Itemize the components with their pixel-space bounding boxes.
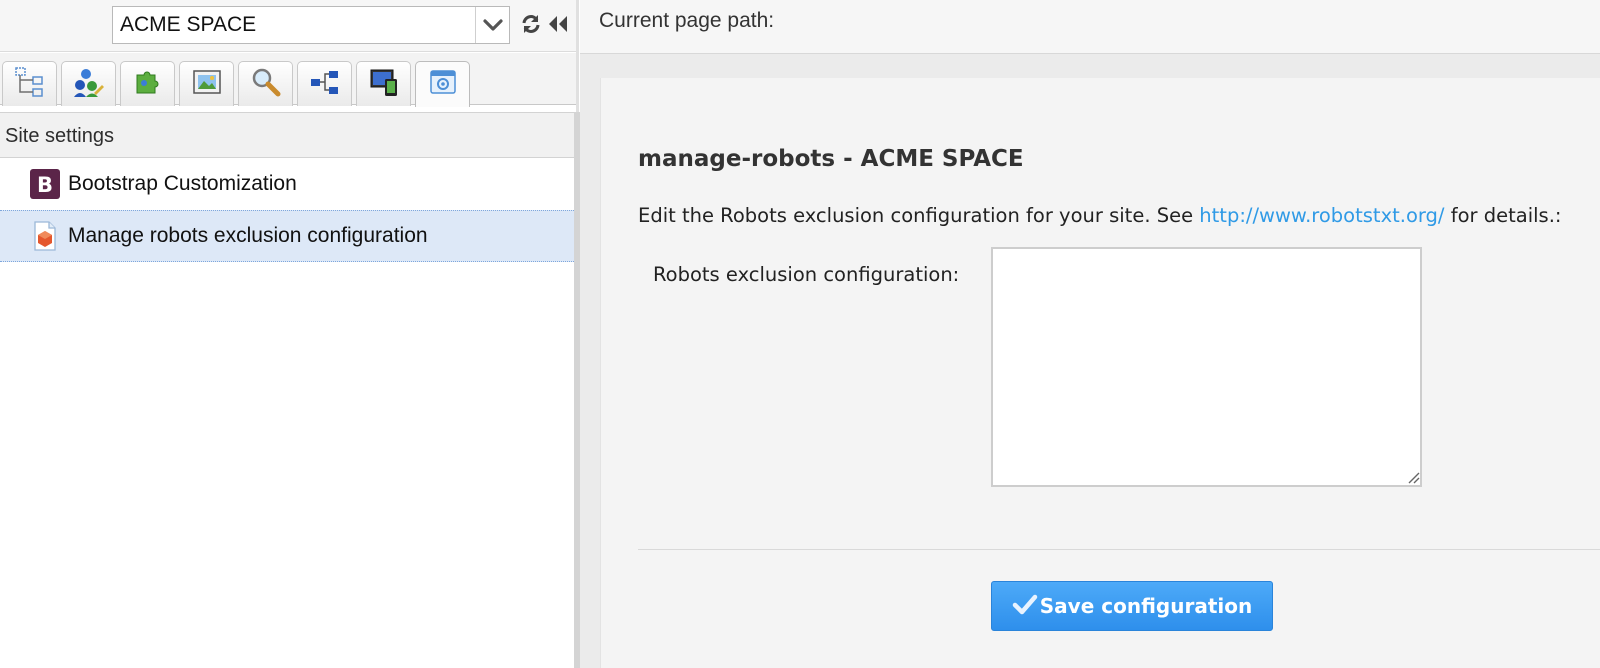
tab-users[interactable]	[61, 61, 116, 106]
tab-plugins[interactable]	[120, 61, 175, 106]
current-page-path: Current page path:	[580, 0, 1600, 54]
robots-config-textarea[interactable]	[991, 247, 1422, 487]
svg-text:B: B	[37, 173, 53, 197]
app-window: ACME SPACE Site settings B Bootstrap Cus…	[0, 0, 1600, 668]
site-toolbar: ACME SPACE	[0, 0, 578, 52]
plugins-icon	[131, 65, 165, 104]
tree-item-manage-robots[interactable]: Manage robots exclusion configuration	[0, 210, 574, 262]
tab-site-settings[interactable]	[415, 61, 470, 107]
users-icon	[72, 65, 106, 104]
double-chevron-left-icon[interactable]	[546, 12, 570, 36]
robotstxt-link[interactable]: http://www.robotstxt.org/	[1199, 204, 1444, 227]
site-selector[interactable]: ACME SPACE	[112, 6, 510, 44]
tree-item-bootstrap-customization[interactable]: B Bootstrap Customization	[0, 158, 574, 210]
tab-workflow[interactable]	[297, 61, 352, 106]
checkmark-icon	[1012, 593, 1038, 620]
site-structure-icon	[13, 65, 47, 104]
tab-search[interactable]	[238, 61, 293, 106]
tree-item-label: Bootstrap Customization	[68, 172, 297, 195]
robots-file-icon	[30, 221, 60, 251]
bootstrap-icon: B	[30, 169, 60, 199]
site-selector-value: ACME SPACE	[120, 13, 257, 36]
panel-splitter-top	[576, 0, 579, 112]
left-panel: ACME SPACE Site settings B Bootstrap Cus…	[0, 0, 578, 668]
tree-item-label: Manage robots exclusion configuration	[68, 224, 428, 247]
chevron-down-icon[interactable]	[475, 7, 509, 43]
description-prefix: Edit the Robots exclusion configuration …	[638, 204, 1200, 227]
tab-devices[interactable]	[356, 61, 411, 106]
tree-header: Site settings	[0, 112, 574, 158]
save-configuration-button[interactable]: Save configuration	[991, 581, 1273, 631]
save-button-label: Save configuration	[1039, 594, 1253, 618]
search-icon	[249, 65, 283, 104]
tool-tabs	[0, 53, 578, 107]
robots-config-label: Robots exclusion configuration:	[653, 263, 960, 286]
tab-media[interactable]	[179, 61, 234, 106]
form-description: Edit the Robots exclusion configuration …	[638, 204, 1561, 227]
settings-form: manage-robots - ACME SPACE Edit the Robo…	[600, 78, 1600, 668]
refresh-icon[interactable]	[519, 12, 543, 36]
media-icon	[190, 65, 224, 104]
site-settings-icon	[426, 65, 460, 104]
description-suffix: for details.:	[1444, 204, 1562, 227]
tab-site-structure[interactable]	[2, 61, 57, 106]
workflow-icon	[308, 65, 342, 104]
devices-icon	[367, 65, 401, 104]
page-title: manage-robots - ACME SPACE	[638, 146, 1024, 172]
right-panel: Current page path: manage-robots - ACME …	[580, 0, 1600, 668]
form-divider	[638, 549, 1600, 550]
